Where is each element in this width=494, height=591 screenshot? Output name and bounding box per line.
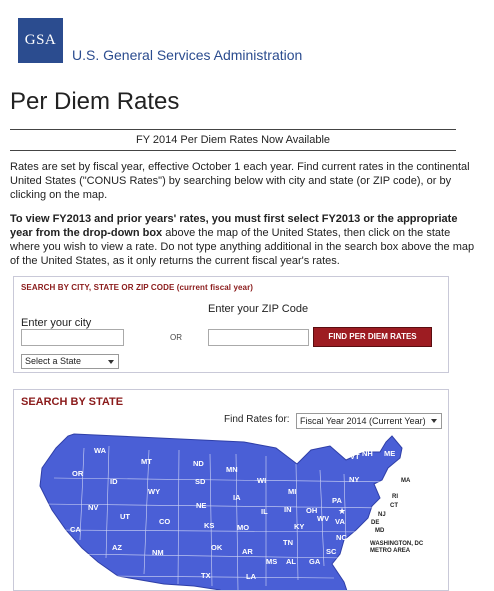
city-input[interactable] <box>21 329 124 346</box>
state-label-ia[interactable]: IA <box>233 493 241 502</box>
state-label-ma[interactable]: MA <box>401 478 411 484</box>
state-label-nm[interactable]: NM <box>152 548 164 557</box>
state-label-mi[interactable]: MI <box>288 487 296 496</box>
state-label-ne[interactable]: NE <box>196 501 206 510</box>
state-label-mn[interactable]: MN <box>226 465 238 474</box>
state-label-ct[interactable]: CT <box>390 503 398 509</box>
state-label-wy[interactable]: WY <box>148 487 160 496</box>
us-map-shape[interactable] <box>39 433 403 590</box>
state-label-co[interactable]: CO <box>159 517 170 526</box>
state-label-ri[interactable]: RI <box>392 494 398 500</box>
state-label-va[interactable]: VA <box>335 517 345 526</box>
city-label: Enter your city <box>21 317 92 329</box>
state-label-wv[interactable]: WV <box>317 514 329 523</box>
dc-metro-label-line2[interactable]: METRO AREA <box>370 548 411 554</box>
fy-banner: FY 2014 Per Diem Rates Now Available <box>10 129 456 151</box>
state-label-me[interactable]: ME <box>384 449 395 458</box>
state-label-ks[interactable]: KS <box>204 521 214 530</box>
state-label-in[interactable]: IN <box>284 505 292 514</box>
state-label-pa[interactable]: PA <box>332 496 342 505</box>
search-panel-title: SEARCH BY CITY, STATE OR ZIP CODE (curre… <box>21 283 254 292</box>
state-label-ms[interactable]: MS <box>266 557 277 566</box>
or-label: OR <box>170 333 182 342</box>
fiscal-year-select-value: Fiscal Year 2014 (Current Year) <box>300 416 426 426</box>
state-label-or[interactable]: OR <box>72 469 84 478</box>
state-label-la[interactable]: LA <box>246 572 257 581</box>
state-label-az[interactable]: AZ <box>112 543 122 552</box>
state-label-sc[interactable]: SC <box>326 547 337 556</box>
zip-label: Enter your ZIP Code <box>208 303 309 315</box>
state-label-mt[interactable]: MT <box>141 457 152 466</box>
state-label-nv[interactable]: NV <box>88 503 98 512</box>
state-label-ok[interactable]: OK <box>211 543 223 552</box>
state-label-ny[interactable]: NY <box>349 475 359 484</box>
gsa-logo[interactable]: GSA <box>18 18 63 63</box>
state-select-value: Select a State <box>25 356 82 366</box>
state-label-nd[interactable]: ND <box>193 459 204 468</box>
dc-metro-label-line1[interactable]: WASHINGTON, DC <box>370 541 424 547</box>
state-label-vt[interactable]: VT <box>350 452 360 461</box>
state-label-sd[interactable]: SD <box>195 477 206 486</box>
page-title: Per Diem Rates <box>10 88 180 115</box>
state-label-tn[interactable]: TN <box>283 538 293 547</box>
state-label-id[interactable]: ID <box>110 477 118 486</box>
zip-input[interactable] <box>208 329 309 346</box>
chevron-down-icon <box>431 419 437 423</box>
state-label-ar[interactable]: AR <box>242 547 253 556</box>
state-label-ky[interactable]: KY <box>294 522 304 531</box>
state-label-nc[interactable]: NC <box>336 533 347 542</box>
state-label-md[interactable]: MD <box>375 528 385 534</box>
state-label-ut[interactable]: UT <box>120 512 130 521</box>
state-label-ga[interactable]: GA <box>309 557 321 566</box>
state-label-de[interactable]: DE <box>371 520 379 526</box>
gsa-logo-text: GSA <box>24 32 57 48</box>
state-label-wa[interactable]: WA <box>94 446 107 455</box>
state-label-mo[interactable]: MO <box>237 523 249 532</box>
instructions-paragraph: To view FY2013 and prior years' rates, y… <box>10 212 480 268</box>
state-select[interactable]: Select a State <box>21 354 119 369</box>
state-label-al[interactable]: AL <box>286 557 296 566</box>
state-label-ca[interactable]: CA <box>70 525 81 534</box>
dc-star-icon[interactable]: ★ <box>338 506 346 516</box>
chevron-down-icon <box>108 360 114 364</box>
find-rates-label: Find Rates for: <box>224 414 290 425</box>
state-label-il[interactable]: IL <box>261 507 268 516</box>
state-search-title: SEARCH BY STATE <box>21 396 124 408</box>
state-label-nj[interactable]: NJ <box>378 512 386 518</box>
find-per-diem-rates-button[interactable]: FIND PER DIEM RATES <box>313 327 432 347</box>
state-label-oh[interactable]: OH <box>306 506 317 515</box>
fiscal-year-select[interactable]: Fiscal Year 2014 (Current Year) <box>296 413 442 429</box>
state-label-wi[interactable]: WI <box>257 476 266 485</box>
agency-name[interactable]: U.S. General Services Administration <box>72 47 302 63</box>
state-search-panel: WA MT ND MN OR ID SD WI MI NY VT NH MA M… <box>13 389 449 591</box>
intro-paragraph: Rates are set by fiscal year, effective … <box>10 161 470 201</box>
city-zip-search-panel: SEARCH BY CITY, STATE OR ZIP CODE (curre… <box>13 276 449 373</box>
state-label-nh[interactable]: NH <box>362 449 373 458</box>
